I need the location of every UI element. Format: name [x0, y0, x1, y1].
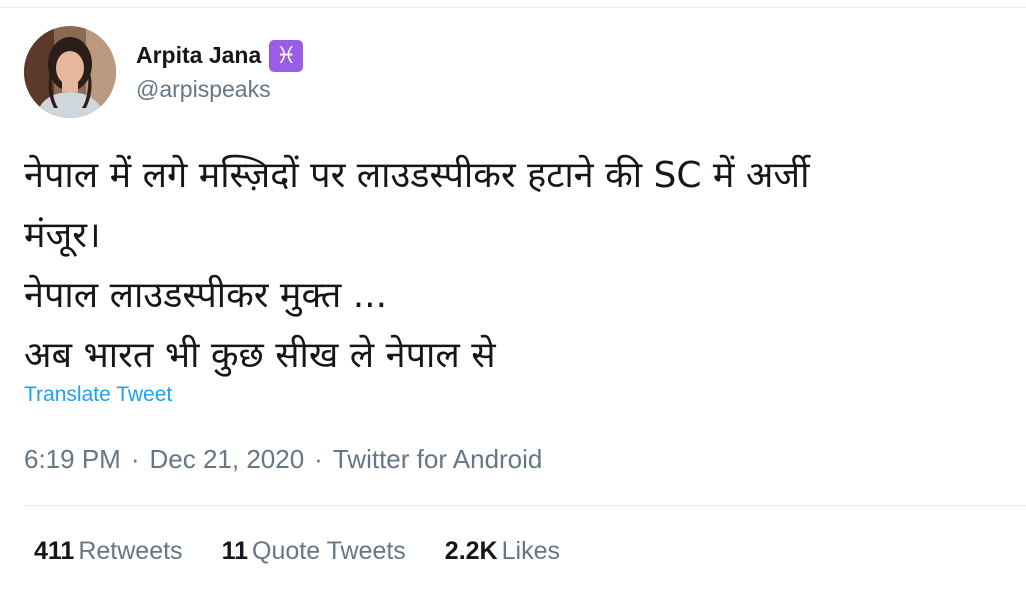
author-handle[interactable]: @arpispeaks [136, 76, 303, 103]
tweet-text-line: अब भारत भी कुछ सीख ले नेपाल से [24, 335, 496, 376]
avatar-image [24, 26, 116, 118]
quote-tweets-stat[interactable]: 11 Quote Tweets [222, 537, 406, 566]
tweet-text-line: नेपाल लाउडस्पीकर मुक्त ... [24, 275, 388, 316]
meta-separator: · [314, 444, 323, 474]
pisces-icon: ♓ [269, 39, 304, 72]
quote-tweets-label: Quote Tweets [252, 537, 406, 565]
likes-count: 2.2K [444, 537, 498, 565]
tweet-text-line: नेपाल में लगे मस्ज़िदों पर लाउडस्पीकर हट… [24, 155, 810, 196]
author-display-name[interactable]: Arpita Jana [136, 42, 261, 69]
top-divider [0, 7, 1026, 8]
translate-tweet-link[interactable]: Translate Tweet [24, 383, 172, 407]
author-names: Arpita Jana ♓ @arpispeaks [136, 38, 304, 103]
tweet-time[interactable]: 6:19 PM [24, 444, 121, 474]
likes-label: Likes [501, 537, 560, 565]
tweet-meta: 6:19 PM · Dec 21, 2020 · Twitter for Android [24, 444, 542, 475]
tweet-date[interactable]: Dec 21, 2020 [150, 444, 305, 474]
retweets-count: 411 [34, 537, 75, 565]
tweet-text: नेपाल में लगे मस्ज़िदों पर लाउडस्पीकर हट… [24, 146, 1014, 386]
avatar[interactable] [24, 26, 116, 118]
meta-separator: · [130, 444, 140, 474]
quote-tweets-count: 11 [221, 537, 248, 565]
retweets-label: Retweets [78, 537, 183, 565]
tweet-source[interactable]: Twitter for Android [333, 444, 543, 474]
likes-stat[interactable]: 2.2K Likes [445, 537, 560, 566]
tweet-stats: 411 Retweets 11 Quote Tweets 2.2K Likes [34, 537, 599, 566]
tweet-header: Arpita Jana ♓ @arpispeaks [24, 26, 304, 118]
tweet-text-line: मंजूर। [24, 215, 101, 256]
name-row: Arpita Jana ♓ [136, 38, 304, 74]
stats-divider [24, 505, 1026, 506]
retweets-stat[interactable]: 411 Retweets [34, 537, 183, 566]
